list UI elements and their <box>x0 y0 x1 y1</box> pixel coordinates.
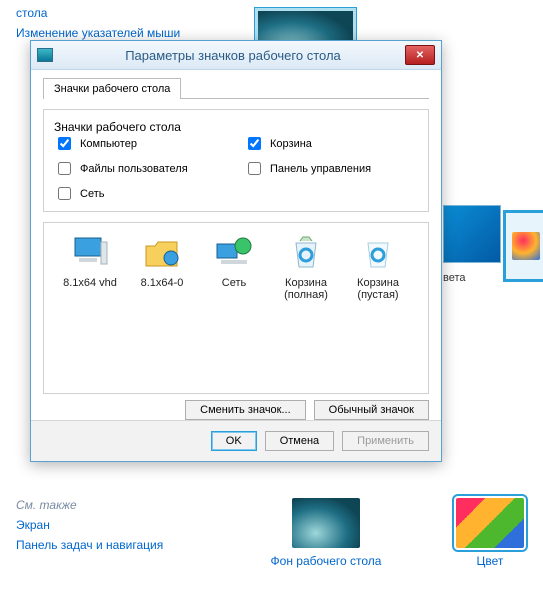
icon-list[interactable]: 8.1x64 vhd 8.1x64-0 Сеть Корзина (полная… <box>43 222 429 394</box>
checkbox-label: Корзина <box>270 138 312 150</box>
checkbox-computer[interactable]: Компьютер <box>54 134 228 153</box>
checkbox-userfiles-input[interactable] <box>58 162 71 175</box>
list-item[interactable]: Корзина (полная) <box>270 233 342 301</box>
icon-label: Корзина (пустая) <box>357 277 399 301</box>
checkbox-label: Компьютер <box>80 138 137 150</box>
color-preview-1[interactable] <box>443 205 501 263</box>
computer-icon <box>70 233 110 273</box>
checkbox-userfiles[interactable]: Файлы пользователя <box>54 159 228 178</box>
icon-label: Сеть <box>222 277 246 289</box>
cancel-button[interactable]: Отмена <box>265 431 334 451</box>
icon-label: 8.1x64 vhd <box>63 277 117 289</box>
dialog-title: Параметры значков рабочего стола <box>61 48 405 63</box>
side-label: вета <box>443 272 466 284</box>
group-legend: Значки рабочего стола <box>54 120 181 134</box>
thumb-label: Цвет <box>477 554 504 568</box>
color-preview-2-selected[interactable] <box>503 210 543 282</box>
tab-desktop-icons[interactable]: Значки рабочего стола <box>43 78 181 99</box>
recycle-full-icon <box>286 233 326 273</box>
checkbox-controlpanel[interactable]: Панель управления <box>244 159 418 178</box>
list-item[interactable]: Сеть <box>198 233 270 301</box>
thumb-label: Фон рабочего стола <box>271 554 382 568</box>
list-item[interactable]: 8.1x64 vhd <box>54 233 126 301</box>
checkbox-computer-input[interactable] <box>58 137 71 150</box>
link-display[interactable]: Экран <box>16 518 196 532</box>
color-thumb-icon <box>456 498 524 548</box>
titlebar[interactable]: Параметры значков рабочего стола ✕ <box>31 41 441 70</box>
list-item[interactable]: Корзина (пустая) <box>342 233 414 301</box>
ok-button[interactable]: OK <box>211 431 257 451</box>
sidebar-link[interactable]: стола <box>16 6 180 20</box>
desktop-icons-dialog: Параметры значков рабочего стола ✕ Значк… <box>30 40 442 462</box>
checkbox-controlpanel-input[interactable] <box>248 162 261 175</box>
checkbox-network-input[interactable] <box>58 187 71 200</box>
color-option[interactable]: Цвет <box>456 498 524 568</box>
link-taskbar[interactable]: Панель задач и навигация <box>16 538 196 552</box>
change-icon-button[interactable]: Сменить значок... <box>185 400 306 420</box>
sidebar-link-pointer[interactable]: Изменение указателей мыши <box>16 26 180 40</box>
checkbox-label: Файлы пользователя <box>80 163 188 175</box>
default-icon-button[interactable]: Обычный значок <box>314 400 429 420</box>
list-item[interactable]: 8.1x64-0 <box>126 233 198 301</box>
app-icon <box>37 48 53 62</box>
folder-user-icon <box>142 233 182 273</box>
close-icon[interactable]: ✕ <box>405 45 435 65</box>
checkbox-label: Панель управления <box>270 163 371 175</box>
icon-label: Корзина (полная) <box>284 277 328 301</box>
network-icon <box>214 233 254 273</box>
icon-label: 8.1x64-0 <box>141 277 184 289</box>
checkbox-recycle-input[interactable] <box>248 137 261 150</box>
recycle-empty-icon <box>358 233 398 273</box>
checkbox-recycle[interactable]: Корзина <box>244 134 418 153</box>
see-also-heading: См. также <box>16 498 196 512</box>
apply-button[interactable]: Применить <box>342 431 429 451</box>
checkbox-network[interactable]: Сеть <box>54 184 228 203</box>
wallpaper-thumb-icon <box>292 498 360 548</box>
wallpaper-option[interactable]: Фон рабочего стола <box>271 498 382 568</box>
checkbox-label: Сеть <box>80 188 104 200</box>
